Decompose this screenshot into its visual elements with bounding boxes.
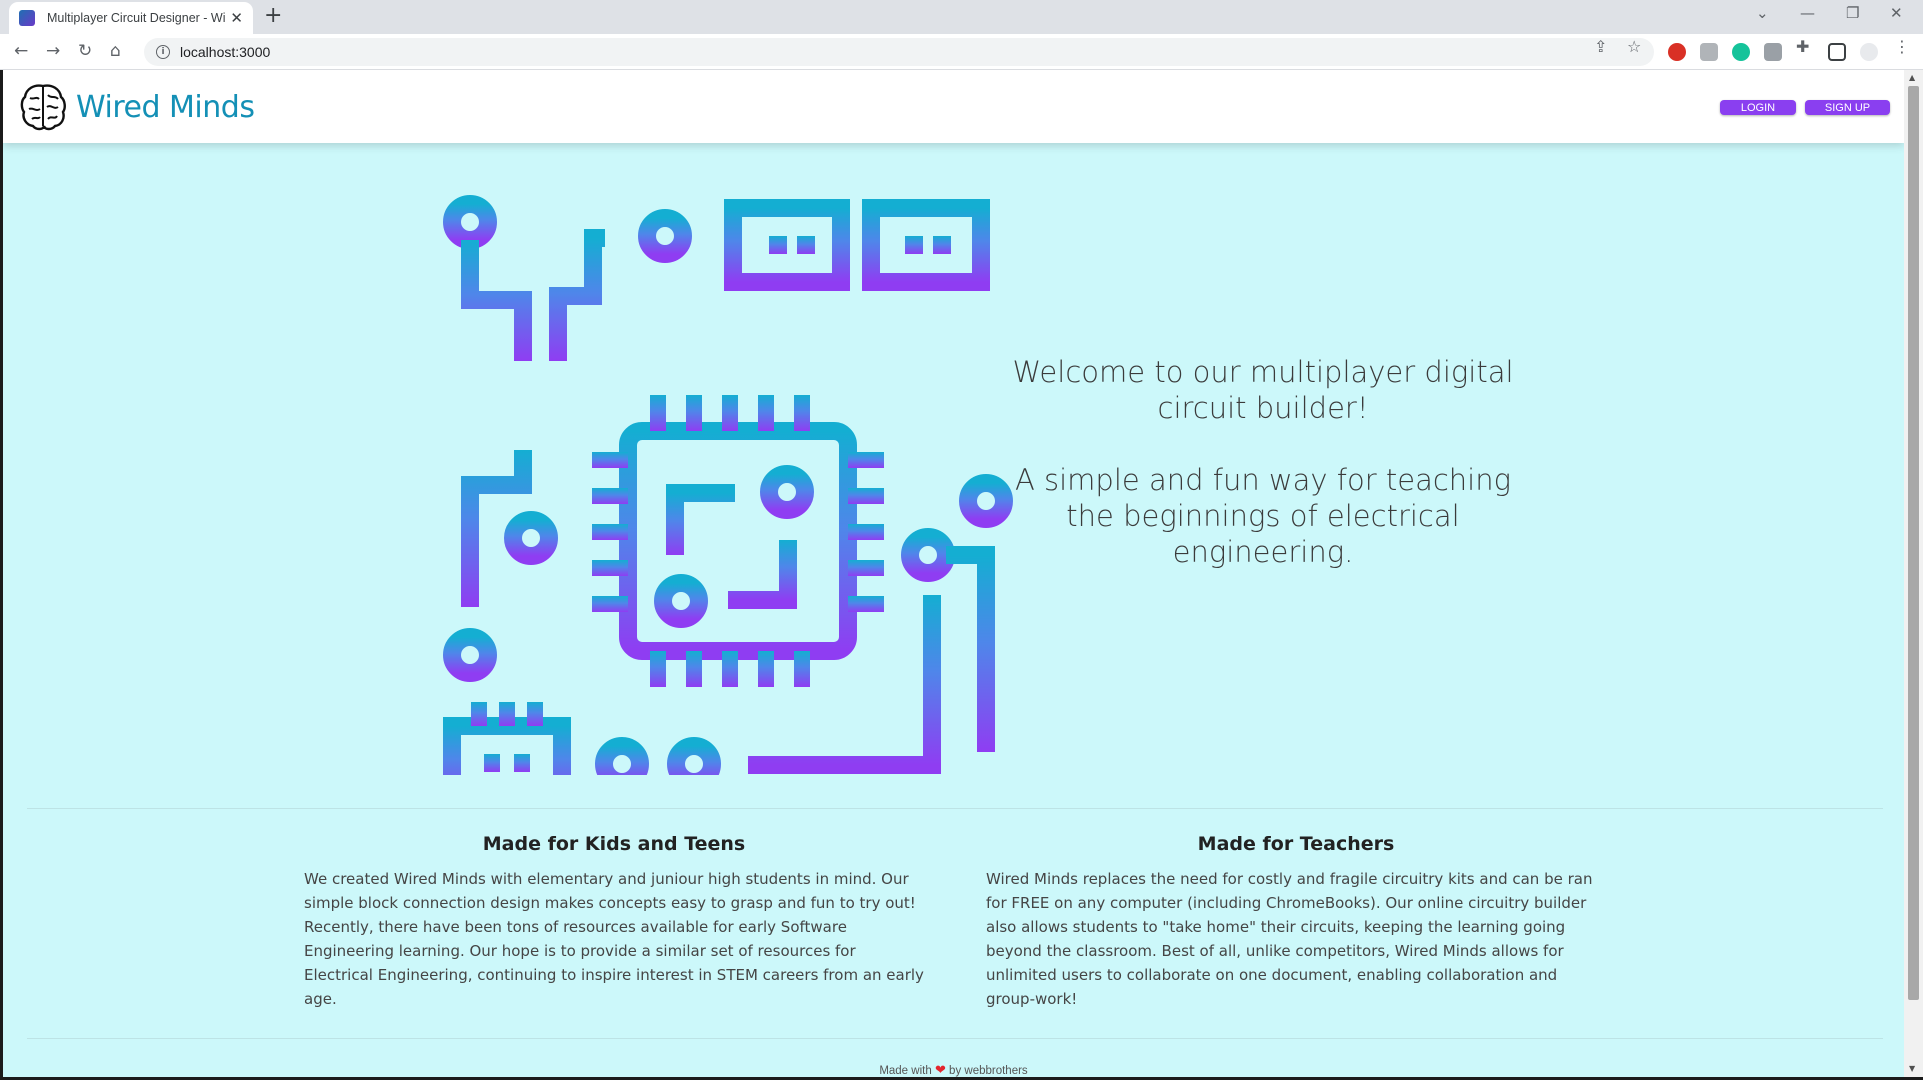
favicon-icon bbox=[19, 10, 35, 26]
feature-kids-body: We created Wired Minds with elementary a… bbox=[304, 870, 924, 1008]
home-icon[interactable]: ⌂ bbox=[110, 40, 121, 62]
bookmark-star-icon[interactable]: ☆ bbox=[1627, 37, 1641, 56]
tab-search-icon[interactable]: ⌄ bbox=[1756, 4, 1769, 22]
extension-gray-icon[interactable] bbox=[1764, 43, 1782, 61]
side-panel-icon[interactable] bbox=[1828, 43, 1846, 61]
scroll-down-icon[interactable]: ▼ bbox=[1909, 1064, 1915, 1073]
feature-teachers-title: Made for Teachers bbox=[1197, 833, 1395, 855]
brand[interactable]: Wired Minds bbox=[20, 82, 255, 132]
signup-button[interactable]: SIGN UP bbox=[1805, 100, 1890, 115]
browser-tab-bar: Multiplayer Circuit Designer - Wired Min… bbox=[0, 0, 1923, 34]
site-header: Wired Minds LOGIN SIGN UP bbox=[3, 70, 1904, 143]
reload-icon[interactable]: ↻ bbox=[78, 40, 92, 62]
hero-tagline: A simple and fun way for teaching the be… bbox=[1014, 463, 1512, 569]
feature-kids-title: Made for Kids and Teens bbox=[482, 833, 746, 855]
feature-kids: Made for Kids and Teens We created Wired… bbox=[304, 833, 924, 1011]
minimize-icon[interactable]: — bbox=[1800, 4, 1815, 22]
site-info-icon[interactable]: i bbox=[156, 45, 170, 59]
menu-kebab-icon[interactable]: ⋮ bbox=[1894, 37, 1910, 56]
feature-teachers: Made for Teachers Wired Minds replaces t… bbox=[986, 833, 1606, 1011]
address-bar[interactable]: i localhost:3000 bbox=[144, 38, 1654, 66]
close-window-icon[interactable]: ✕ bbox=[1890, 4, 1903, 22]
circuit-illustration bbox=[443, 195, 1013, 775]
footer-by: by webbrothers bbox=[949, 1065, 1028, 1077]
back-icon[interactable]: ← bbox=[14, 40, 28, 62]
share-icon[interactable]: ⇪ bbox=[1594, 37, 1607, 56]
scroll-up-icon[interactable]: ▲ bbox=[1909, 73, 1915, 82]
footer: Made with ❤ by webbrothers bbox=[3, 1062, 1904, 1077]
hero-welcome: Welcome to our multiplayer digital circu… bbox=[1012, 355, 1514, 425]
heart-icon: ❤ bbox=[934, 1062, 946, 1077]
hero-text: Welcome to our multiplayer digital circu… bbox=[1003, 354, 1523, 606]
browser-toolbar: ← → ↻ ⌂ i localhost:3000 ⇪ ☆ ✚ ⋮ bbox=[0, 34, 1923, 70]
tab-title: Multiplayer Circuit Designer - Wired Min… bbox=[47, 11, 225, 25]
extension-red-icon[interactable] bbox=[1668, 43, 1686, 61]
extension-grid-icon[interactable] bbox=[1700, 43, 1718, 61]
divider-bottom bbox=[27, 1038, 1883, 1039]
forward-icon[interactable]: → bbox=[46, 40, 60, 62]
brand-name: Wired Minds bbox=[76, 89, 255, 125]
login-button[interactable]: LOGIN bbox=[1720, 100, 1796, 115]
footer-made-with: Made with bbox=[879, 1065, 932, 1077]
scrollbar-thumb[interactable] bbox=[1908, 86, 1919, 1000]
new-tab-icon[interactable]: + bbox=[264, 5, 282, 27]
close-tab-icon[interactable]: ✕ bbox=[230, 10, 243, 26]
grammarly-icon[interactable] bbox=[1732, 43, 1750, 61]
page-viewport: Wired Minds LOGIN SIGN UP Welcome to our… bbox=[3, 70, 1904, 1077]
brain-logo-icon bbox=[20, 84, 66, 131]
profile-avatar-icon[interactable] bbox=[1860, 43, 1878, 61]
page-scrollbar[interactable]: ▲ ▼ bbox=[1904, 70, 1923, 1077]
feature-teachers-body: Wired Minds replaces the need for costly… bbox=[986, 870, 1593, 1008]
puzzle-icon[interactable]: ✚ bbox=[1796, 37, 1809, 56]
url-text: localhost:3000 bbox=[180, 44, 271, 60]
divider-top bbox=[27, 808, 1883, 809]
browser-tab[interactable]: Multiplayer Circuit Designer - Wired Min… bbox=[9, 2, 253, 34]
restore-icon[interactable]: ❐ bbox=[1846, 4, 1859, 22]
